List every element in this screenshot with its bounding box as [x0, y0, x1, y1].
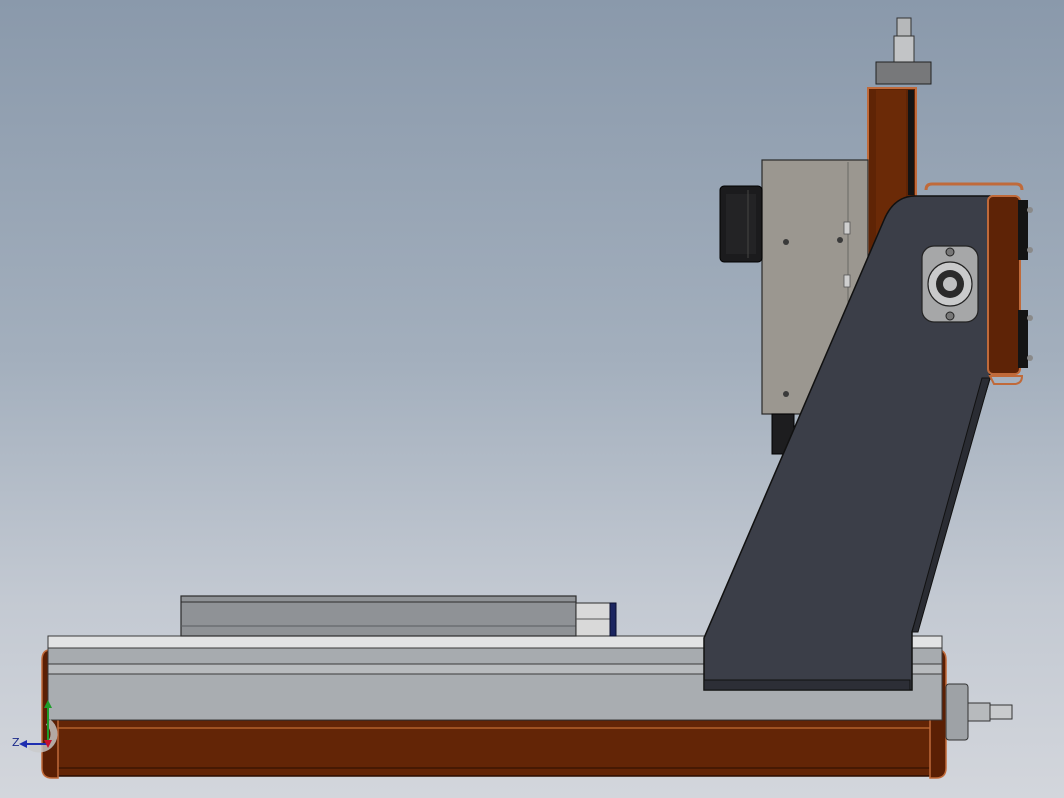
- lead-screw-end[interactable]: [945, 683, 1013, 741]
- cad-viewport[interactable]: Z: [0, 0, 1064, 798]
- work-table[interactable]: [180, 595, 617, 637]
- stepper-motor[interactable]: [719, 185, 763, 263]
- coordinate-triad-icon: Z: [12, 700, 58, 753]
- bearing-block[interactable]: [921, 245, 979, 323]
- triad-z-label: Z: [12, 736, 20, 749]
